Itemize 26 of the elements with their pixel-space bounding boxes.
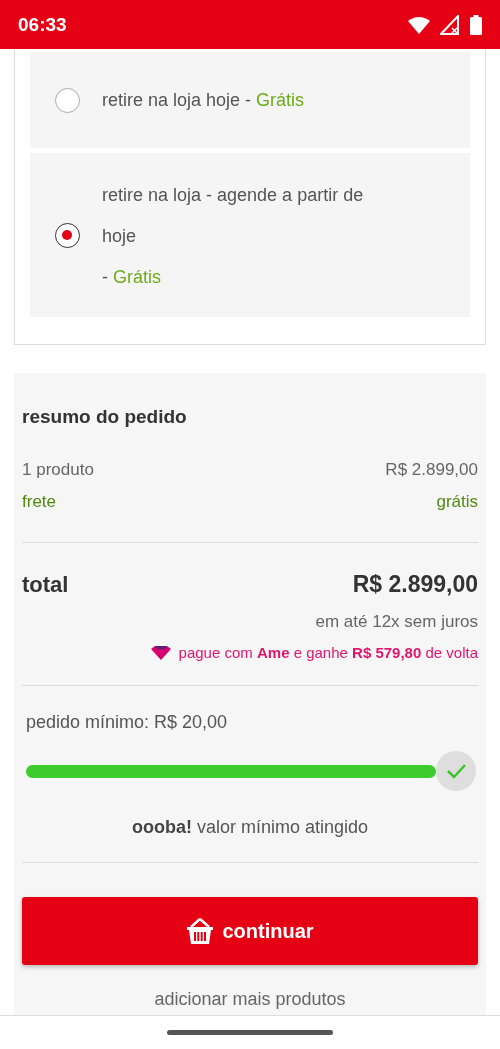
line-value: grátis xyxy=(436,492,478,512)
battery-icon xyxy=(470,14,482,35)
option-label: retire na loja - agende a partir de hoje - Grátis xyxy=(102,183,365,289)
minimum-order-label: pedido mínimo: R$ 20,00 xyxy=(26,712,229,733)
home-handle[interactable] xyxy=(167,1030,333,1035)
delivery-option[interactable]: retire na loja hoje - Grátis xyxy=(30,52,470,148)
total-value: R$ 2.899,00 xyxy=(352,571,478,598)
signal-icon xyxy=(440,14,460,35)
radio-button[interactable] xyxy=(55,87,80,113)
line-value: R$ 2.899,00 xyxy=(385,460,478,480)
continue-button[interactable]: continuar xyxy=(22,897,478,965)
radio-button[interactable] xyxy=(55,222,80,248)
clock: 06:33 xyxy=(18,13,67,36)
line-label: 1 produto xyxy=(22,460,94,480)
option-label: retire na loja hoje - Grátis xyxy=(102,89,305,111)
line-label: frete xyxy=(22,492,57,512)
add-more-products-link[interactable]: adicionar mais produtos xyxy=(154,989,346,1009)
gem-icon xyxy=(150,645,171,660)
minimum-reached-message: oooba! valor mínimo atingido xyxy=(130,817,370,838)
total-label: total xyxy=(22,571,69,598)
basket-icon xyxy=(186,917,215,945)
cashback-text: pague com Ame e ganhe R$ 579,80 de volta xyxy=(178,644,478,661)
wifi-icon xyxy=(408,15,430,34)
delivery-option[interactable]: retire na loja - agende a partir de hoje - Grátis xyxy=(30,153,470,317)
installments-text: em até 12x sem juros xyxy=(314,612,478,632)
summary-title: resumo do pedido xyxy=(22,406,188,428)
